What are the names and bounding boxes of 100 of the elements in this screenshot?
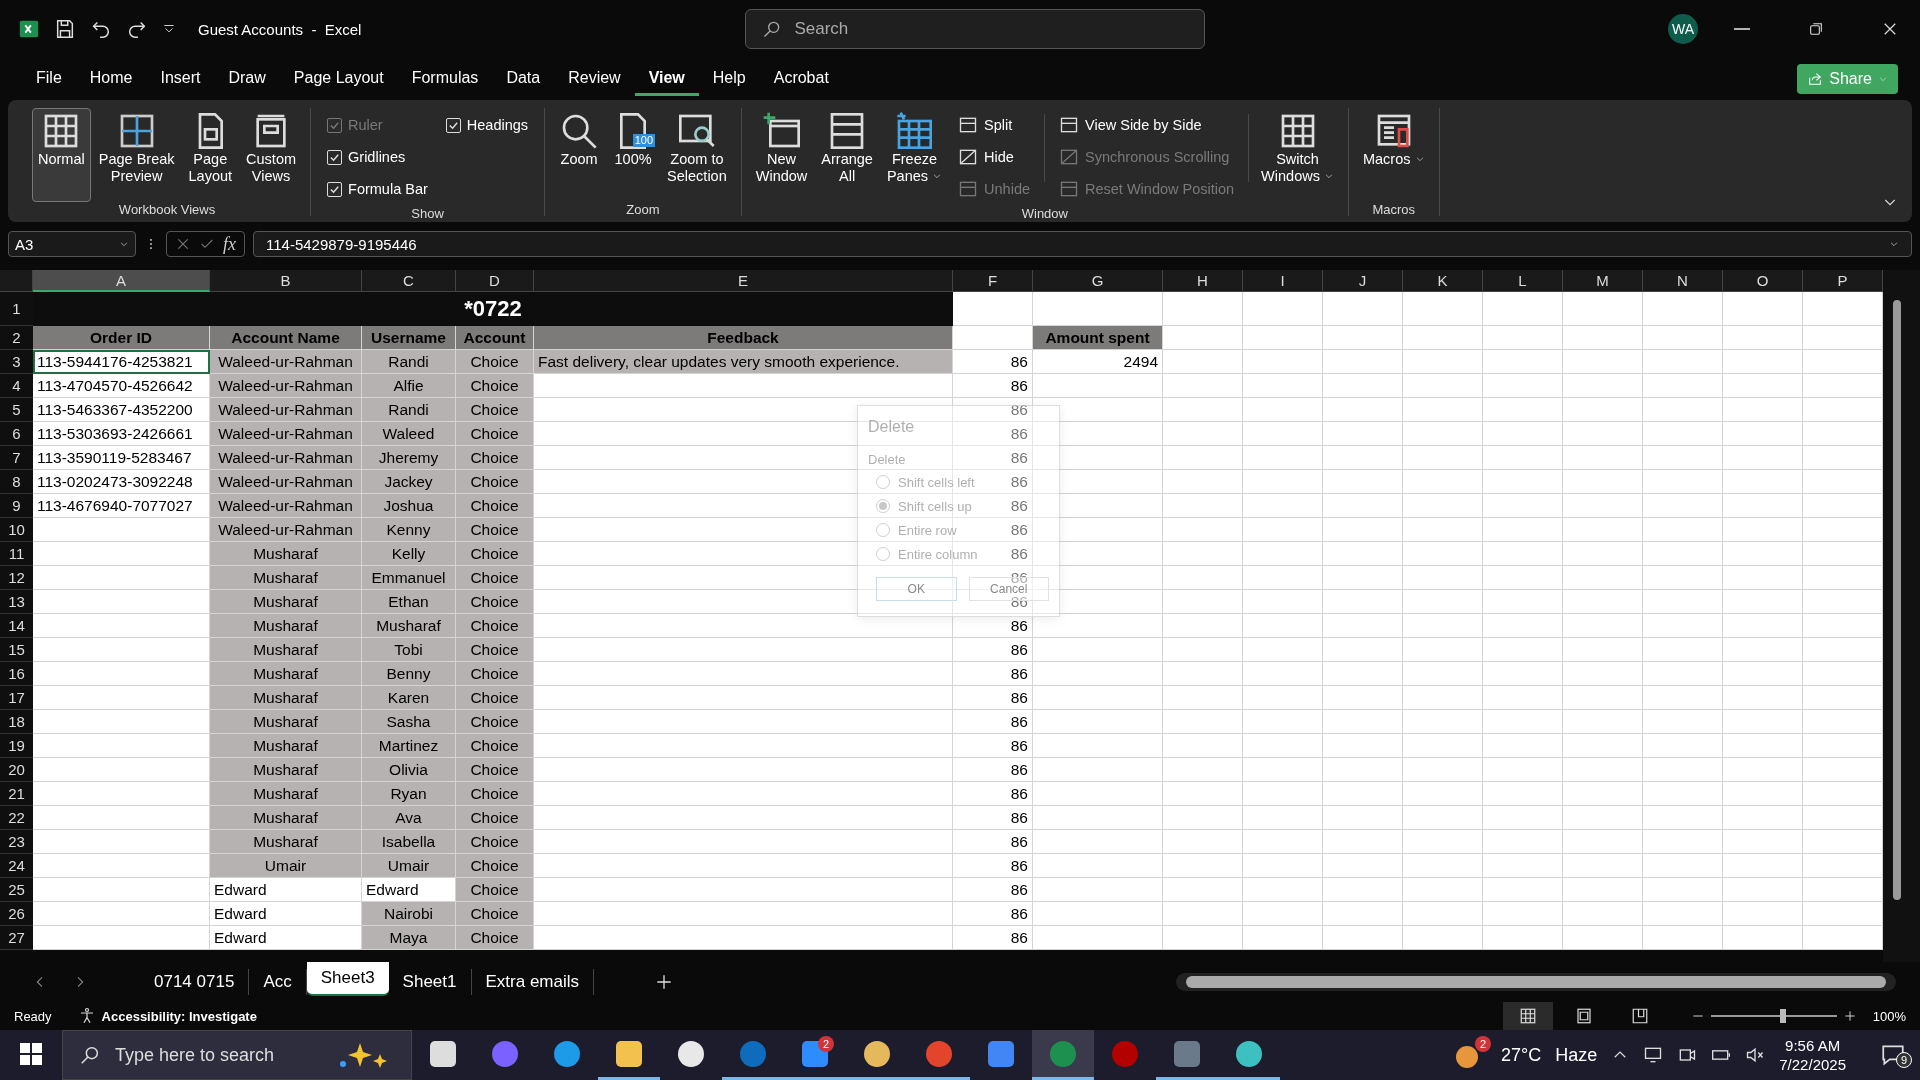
row-header[interactable]: 24 [0, 854, 33, 878]
name-box[interactable]: A3 [8, 231, 136, 257]
ribbon-button[interactable]: Page Break Preview [92, 108, 181, 202]
dialog-button[interactable]: OK [876, 577, 957, 601]
column-header[interactable]: N [1643, 270, 1723, 292]
ribbon-button[interactable]: Custom Views [240, 108, 303, 202]
ribbon-tab[interactable]: Home [75, 62, 147, 96]
table-cell: Choice [456, 686, 534, 710]
row-header[interactable]: 3 [0, 350, 33, 374]
row-header[interactable]: 17 [0, 686, 33, 710]
row-header[interactable]: 12 [0, 566, 33, 590]
column-header[interactable]: K [1403, 270, 1483, 292]
app-icon [738, 1038, 768, 1069]
ribbon-tab[interactable]: Review [554, 62, 635, 96]
normal-view-button[interactable] [1502, 1002, 1553, 1030]
row-header[interactable]: 19 [0, 734, 33, 758]
temperature: 27°C [1501, 1044, 1542, 1066]
column-header[interactable]: J [1323, 270, 1403, 292]
column-header[interactable]: I [1243, 270, 1323, 292]
search-field[interactable]: Search [745, 9, 1206, 49]
table-cell: Olivia [362, 758, 456, 782]
ribbon-button[interactable]: Macros [1356, 108, 1431, 202]
column-header[interactable]: C [362, 270, 456, 292]
row-header[interactable]: 6 [0, 422, 33, 446]
vertical-scrollbar[interactable] [1883, 270, 1920, 962]
accessibility-status[interactable]: Accessibility: Investigate [101, 1008, 257, 1024]
ribbon-button[interactable]: Arrange All [815, 108, 879, 202]
column-header[interactable]: M [1563, 270, 1643, 292]
row-header[interactable]: 10 [0, 518, 33, 542]
row-header[interactable]: 20 [0, 758, 33, 782]
checkbox-option[interactable]: Headings [443, 110, 531, 140]
checkbox-option[interactable]: Gridlines [325, 142, 430, 172]
checkbox-option[interactable]: Formula Bar [325, 174, 430, 204]
row-header[interactable]: 5 [0, 398, 33, 422]
column-header[interactable]: D [456, 270, 534, 292]
taskbar-search-field[interactable]: Type here to search [62, 1030, 412, 1080]
row-header[interactable]: 15 [0, 638, 33, 662]
row-header[interactable]: 1 [0, 292, 33, 326]
zoom-percent[interactable]: 100% [1872, 1008, 1906, 1024]
row-header[interactable]: 14 [0, 614, 33, 638]
ribbon-tab[interactable]: View [634, 62, 699, 96]
status-text: Ready [14, 1008, 52, 1024]
ribbon-button[interactable]: Zoom to Selection [661, 108, 733, 202]
row-header[interactable]: 11 [0, 542, 33, 566]
row-header[interactable]: 13 [0, 590, 33, 614]
ribbon-tab[interactable]: Acrobat [759, 62, 843, 96]
row-header[interactable]: 7 [0, 446, 33, 470]
table-cell: 86 [953, 686, 1033, 710]
spreadsheet-logo-icon[interactable] [18, 18, 40, 40]
column-header[interactable]: P [1803, 270, 1883, 292]
column-header[interactable]: E [534, 270, 953, 292]
user-avatar[interactable]: WA [1668, 14, 1698, 44]
column-header[interactable]: H [1163, 270, 1243, 292]
row-header[interactable]: 4 [0, 374, 33, 398]
row-header[interactable]: 18 [0, 710, 33, 734]
row-header[interactable]: 16 [0, 662, 33, 686]
column-header[interactable]: G [1033, 270, 1163, 292]
ribbon-tab[interactable]: Formulas [397, 62, 493, 96]
ribbon-tab[interactable]: File [22, 62, 76, 96]
ribbon-button[interactable]: Zoom [553, 108, 606, 202]
ribbon-button[interactable]: Hide [956, 142, 1032, 172]
row-header[interactable]: 8 [0, 470, 33, 494]
sheet-tab[interactable]: Sheet3 [306, 962, 389, 996]
taskbar-app-button[interactable]: 2 [784, 1030, 846, 1080]
ribbon-button[interactable]: New Window [749, 108, 814, 202]
insert-function-button[interactable]: fx [223, 233, 236, 255]
ribbon-tab[interactable]: Data [492, 62, 555, 96]
row-header[interactable]: 21 [0, 782, 33, 806]
ribbon-button[interactable]: Switch Windows [1255, 108, 1340, 202]
table-cell: Waleed-ur-Rahman [210, 422, 362, 446]
ribbon-button[interactable]: View Side by Side [1057, 110, 1237, 140]
ribbon-button[interactable]: Freeze Panes [880, 108, 949, 202]
ribbon-tab[interactable]: Insert [146, 62, 215, 96]
sheet-tab[interactable]: Acc [249, 969, 307, 995]
column-header[interactable]: A [33, 270, 210, 292]
grid-icon [1518, 1007, 1537, 1025]
row-header[interactable]: 2 [0, 326, 33, 350]
zoom-slider-thumb[interactable] [1779, 1009, 1786, 1023]
column-header[interactable]: B [210, 270, 362, 292]
column-header[interactable]: F [953, 270, 1033, 292]
sheet-tab[interactable]: Sheet1 [388, 969, 472, 995]
row-header[interactable]: 27 [0, 926, 33, 950]
ribbon-button[interactable]: Page Layout [182, 108, 239, 202]
row-header[interactable]: 23 [0, 830, 33, 854]
row-header[interactable]: 22 [0, 806, 33, 830]
sheet-tab[interactable]: 0714 0715 [140, 969, 250, 995]
ribbon-tab[interactable]: Draw [214, 62, 280, 96]
ribbon-button[interactable]: 100 100% [607, 108, 660, 202]
ribbon-button[interactable]: Normal [32, 108, 91, 202]
sheet-tab[interactable]: Extra emails [471, 969, 595, 995]
column-header[interactable]: L [1483, 270, 1563, 292]
ribbon-button[interactable]: Split [956, 110, 1032, 140]
row-header[interactable]: 26 [0, 902, 33, 926]
formula-field[interactable]: 114-5429879-9195446 [253, 231, 1912, 257]
row-header[interactable]: 25 [0, 878, 33, 902]
horizontal-scrollbar[interactable] [1176, 973, 1896, 991]
ribbon-tab[interactable]: Page Layout [279, 62, 398, 96]
ribbon-tab[interactable]: Help [698, 62, 760, 96]
row-header[interactable]: 9 [0, 494, 33, 518]
column-header[interactable]: O [1723, 270, 1803, 292]
